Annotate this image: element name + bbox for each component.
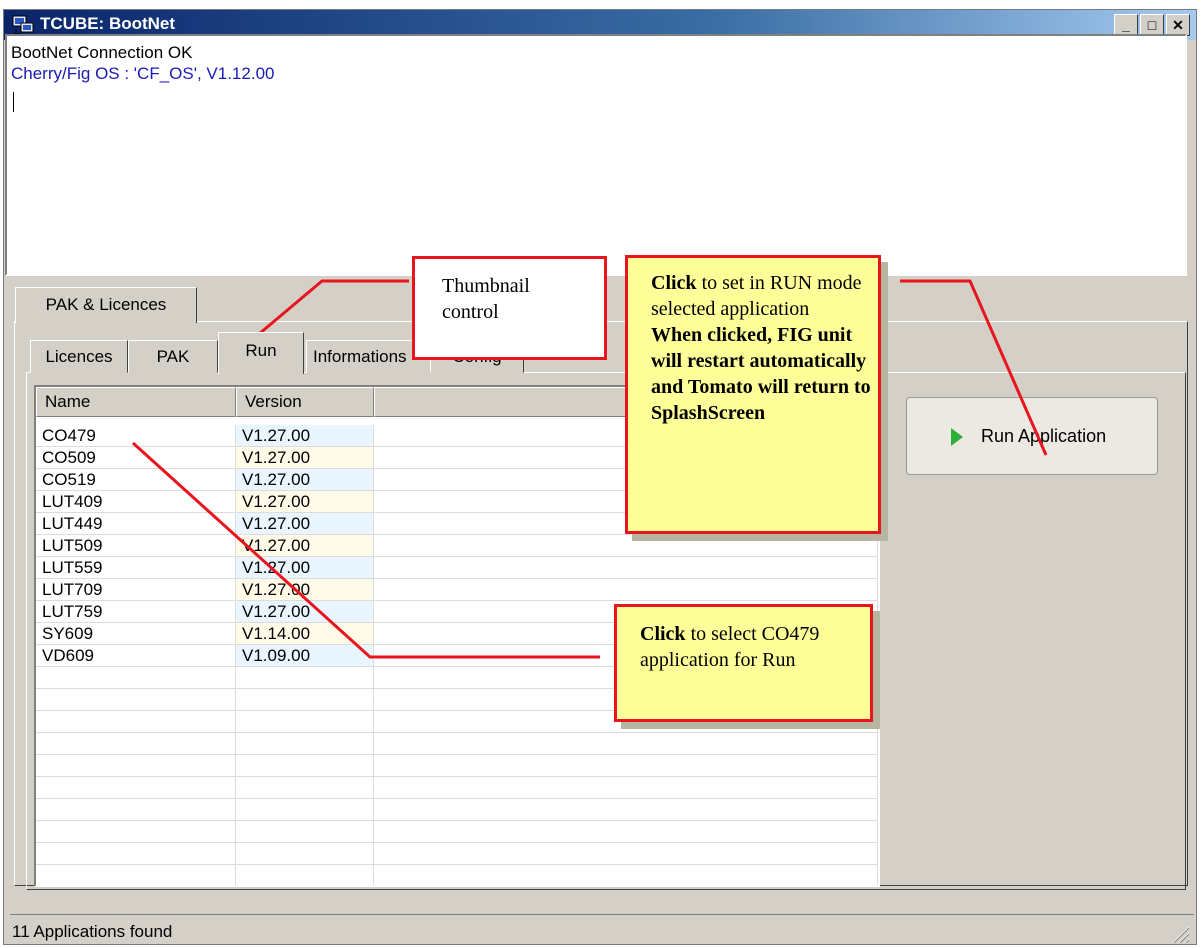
- cell-empty: [374, 821, 878, 843]
- callout-run-bold2: When clicked, FIG unit will restart auto…: [651, 324, 871, 424]
- cell-version: [236, 689, 374, 711]
- cell-name: SY609: [36, 623, 236, 645]
- cell-version: [236, 865, 374, 885]
- cell-version: V1.09.00: [236, 645, 374, 667]
- tab-licences[interactable]: Licences: [30, 340, 128, 373]
- cell-version: [236, 755, 374, 777]
- cell-name: [36, 799, 236, 821]
- cell-name: [36, 689, 236, 711]
- tab-run[interactable]: Run: [218, 332, 304, 374]
- cell-name: [36, 733, 236, 755]
- empty-row: [36, 799, 878, 821]
- callout-run-application: Click to set in RUN mode selected applic…: [625, 255, 881, 534]
- cell-version: [236, 777, 374, 799]
- callout-thumbnail-control: Thumbnail control: [412, 256, 607, 360]
- cell-empty: [374, 755, 878, 777]
- cell-name: [36, 667, 236, 689]
- empty-row: [36, 777, 878, 799]
- log-line-connection: BootNet Connection OK: [11, 43, 193, 62]
- tab-pak[interactable]: PAK: [128, 340, 218, 373]
- cell-empty: [374, 843, 878, 865]
- empty-row: [36, 755, 878, 777]
- log-output[interactable]: BootNet Connection OK Cherry/Fig OS : 'C…: [5, 34, 1187, 276]
- cell-name: VD609: [36, 645, 236, 667]
- cell-empty: [374, 865, 878, 885]
- status-text: 11 Applications found: [12, 922, 173, 941]
- cell-name: [36, 865, 236, 885]
- cell-empty: [374, 799, 878, 821]
- table-row[interactable]: LUT709 V1.27.00: [36, 579, 878, 601]
- cell-version: [236, 667, 374, 689]
- maximize-button[interactable]: □: [1140, 14, 1164, 36]
- cell-version: V1.27.00: [236, 579, 374, 601]
- cell-empty: [374, 535, 878, 557]
- close-button[interactable]: ✕: [1166, 14, 1190, 36]
- table-row[interactable]: LUT559 V1.27.00: [36, 557, 878, 579]
- cell-name: LUT709: [36, 579, 236, 601]
- cell-name: CO509: [36, 447, 236, 469]
- cell-version: V1.27.00: [236, 469, 374, 491]
- cell-name: [36, 711, 236, 733]
- cell-version: [236, 711, 374, 733]
- empty-row: [36, 865, 878, 885]
- cell-name: LUT409: [36, 491, 236, 513]
- status-bar: 11 Applications found: [10, 914, 1194, 948]
- cell-version: V1.27.00: [236, 491, 374, 513]
- table-row[interactable]: LUT509 V1.27.00: [36, 535, 878, 557]
- empty-row: [36, 821, 878, 843]
- cell-version: V1.27.00: [236, 425, 374, 447]
- run-application-button[interactable]: Run Application: [906, 397, 1158, 475]
- callout-run-bold1: Click: [651, 272, 697, 294]
- cell-name: [36, 821, 236, 843]
- window-title: TCUBE: BootNet: [40, 14, 176, 33]
- log-line-os: Cherry/Fig OS : 'CF_OS', V1.12.00: [11, 64, 275, 83]
- text-caret: [13, 92, 14, 112]
- cell-name: [36, 843, 236, 865]
- callout-select-application: Click to select CO479 application for Ru…: [614, 604, 873, 722]
- callout-select-bold: Click: [640, 623, 686, 645]
- cell-name: CO519: [36, 469, 236, 491]
- cell-name: LUT559: [36, 557, 236, 579]
- empty-row: [36, 733, 878, 755]
- resize-grip-icon[interactable]: [1168, 922, 1190, 944]
- cell-empty: [374, 777, 878, 799]
- cell-version: V1.27.00: [236, 447, 374, 469]
- minimize-button[interactable]: _: [1114, 14, 1138, 36]
- cell-version: [236, 843, 374, 865]
- cell-version: V1.27.00: [236, 601, 374, 623]
- cell-name: [36, 755, 236, 777]
- callout-thumbnail-line1: Thumbnail: [442, 275, 530, 297]
- callout-thumbnail-line2: control: [442, 301, 499, 323]
- cell-version: [236, 799, 374, 821]
- cell-version: V1.27.00: [236, 557, 374, 579]
- column-header-name[interactable]: Name: [36, 387, 236, 417]
- cell-version: V1.14.00: [236, 623, 374, 645]
- cell-name: CO479: [36, 425, 236, 447]
- cell-name: LUT759: [36, 601, 236, 623]
- cell-version: V1.27.00: [236, 535, 374, 557]
- column-header-version[interactable]: Version: [236, 387, 374, 417]
- cell-version: [236, 733, 374, 755]
- play-arrow-icon: [951, 428, 963, 446]
- cell-name: LUT449: [36, 513, 236, 535]
- run-application-label: Run Application: [981, 426, 1107, 446]
- cell-name: LUT509: [36, 535, 236, 557]
- cell-empty: [374, 579, 878, 601]
- tab-pak-licences[interactable]: PAK & Licences: [15, 287, 197, 323]
- cell-name: [36, 777, 236, 799]
- network-computer-icon: [12, 15, 34, 35]
- cell-version: [236, 821, 374, 843]
- cell-version: V1.27.00: [236, 513, 374, 535]
- empty-row: [36, 843, 878, 865]
- cell-empty: [374, 733, 878, 755]
- cell-empty: [374, 557, 878, 579]
